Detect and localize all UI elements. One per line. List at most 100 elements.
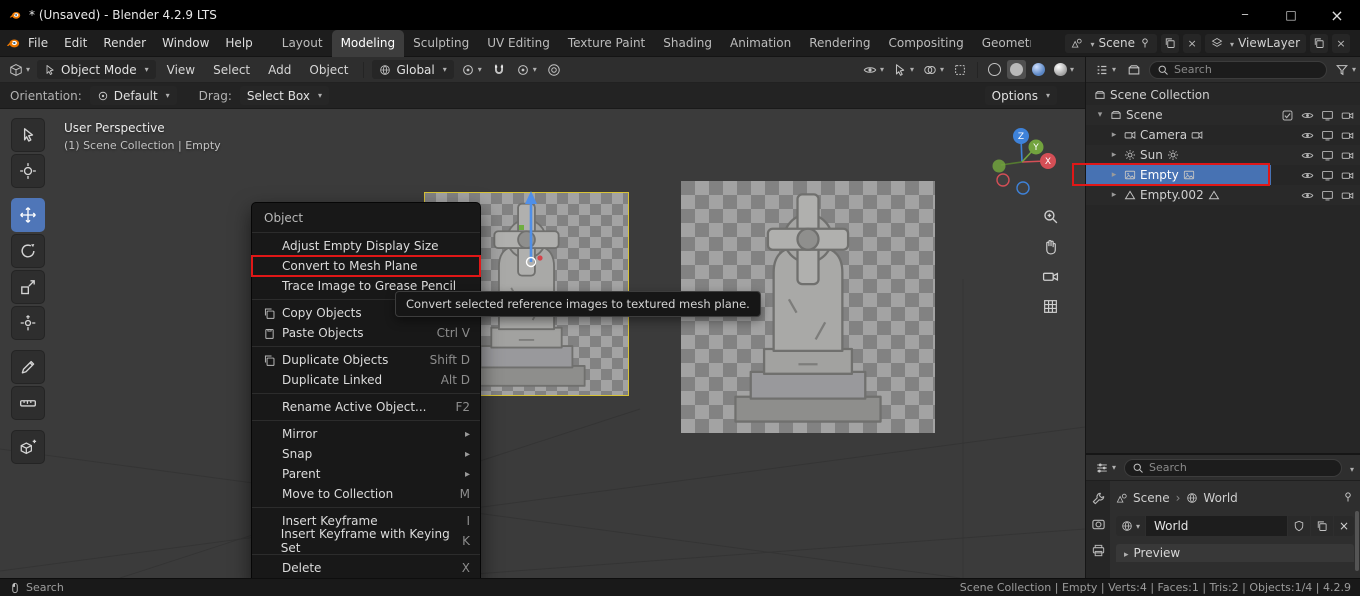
tool-scale[interactable] xyxy=(11,270,45,304)
preview-section-header[interactable]: Preview xyxy=(1116,544,1354,562)
menu-item-adjust-empty-display-size[interactable]: Adjust Empty Display Size xyxy=(252,236,480,256)
menu-item-parent[interactable]: Parent xyxy=(252,464,480,484)
minimize-button[interactable] xyxy=(1222,0,1268,30)
outliner-search-input[interactable] xyxy=(1174,63,1319,76)
tab-tool-icon[interactable] xyxy=(1091,491,1106,506)
menu-file[interactable]: File xyxy=(20,36,56,50)
render-visibility-icon[interactable] xyxy=(1341,149,1354,162)
scene-copy-button[interactable] xyxy=(1161,34,1179,53)
expand-icon[interactable] xyxy=(1108,130,1120,140)
tab-shading[interactable]: Shading xyxy=(654,30,721,57)
gizmos-dropdown-button[interactable] xyxy=(890,60,917,79)
maximize-button[interactable] xyxy=(1268,0,1314,30)
menu-view[interactable]: View xyxy=(160,63,202,77)
render-visibility-icon[interactable] xyxy=(1341,169,1354,182)
outliner-display-mode-button[interactable] xyxy=(1124,60,1144,79)
snapping-dropdown-button[interactable] xyxy=(513,60,540,79)
tab-layout[interactable]: Layout xyxy=(273,30,332,57)
menu-render[interactable]: Render xyxy=(95,36,154,50)
viewport-visibility-icon[interactable] xyxy=(1321,169,1334,182)
shading-solid-button[interactable] xyxy=(1007,60,1026,79)
menu-help[interactable]: Help xyxy=(217,36,260,50)
menu-item-snap[interactable]: Snap xyxy=(252,444,480,464)
orientation-dropdown[interactable]: Default xyxy=(90,86,177,105)
tab-rendering[interactable]: Rendering xyxy=(800,30,879,57)
properties-search-input[interactable] xyxy=(1149,461,1334,474)
camera-view-control[interactable] xyxy=(1038,264,1062,288)
menu-item-delete[interactable]: Delete X xyxy=(252,558,480,578)
xray-toggle-button[interactable] xyxy=(950,60,970,79)
zoom-control[interactable] xyxy=(1038,204,1062,228)
tab-uv-editing[interactable]: UV Editing xyxy=(478,30,559,57)
tab-animation[interactable]: Animation xyxy=(721,30,800,57)
shading-wireframe-button[interactable] xyxy=(985,60,1004,79)
expand-icon[interactable] xyxy=(1108,170,1120,180)
outliner-row-camera[interactable]: Camera xyxy=(1086,125,1360,145)
axis-neg-y-ball[interactable] xyxy=(993,160,1006,173)
viewlayer-selector[interactable]: ViewLayer xyxy=(1205,34,1306,53)
unlink-world-button[interactable]: × xyxy=(1334,516,1354,536)
tab-geometry-nodes[interactable]: Geometry Nod xyxy=(973,30,1031,57)
pivot-point-button[interactable] xyxy=(458,60,485,79)
hide-eye-icon[interactable] xyxy=(1301,109,1314,122)
tab-output-icon[interactable] xyxy=(1091,543,1106,558)
3d-viewport[interactable]: User Perspective (1) Scene Collection | … xyxy=(0,109,1085,578)
outliner-editor-type-button[interactable] xyxy=(1092,60,1119,79)
mode-selector[interactable]: Object Mode xyxy=(37,60,156,79)
viewport-visibility-icon[interactable] xyxy=(1321,129,1334,142)
checkbox-icon[interactable] xyxy=(1281,109,1294,122)
outliner-row-scene-collection[interactable]: Scene Collection xyxy=(1086,85,1360,105)
hide-eye-icon[interactable] xyxy=(1301,189,1314,202)
render-visibility-icon[interactable] xyxy=(1341,129,1354,142)
viewport-visibility-icon[interactable] xyxy=(1321,149,1334,162)
navigation-gizmo[interactable]: Z X Y xyxy=(985,125,1059,199)
close-button[interactable] xyxy=(1314,0,1360,30)
menu-item-mirror[interactable]: Mirror xyxy=(252,424,480,444)
outliner-row-empty[interactable]: Empty xyxy=(1086,165,1360,185)
blender-menu-icon[interactable] xyxy=(6,36,20,50)
tool-select-box[interactable] xyxy=(11,118,45,152)
properties-editor-type-button[interactable] xyxy=(1092,458,1119,477)
properties-options-dropdown-icon[interactable] xyxy=(1347,461,1354,475)
breadcrumb-scene[interactable]: Scene xyxy=(1133,491,1170,505)
viewlayer-copy-button[interactable] xyxy=(1310,34,1328,53)
tool-rotate[interactable] xyxy=(11,234,45,268)
drag-dropdown[interactable]: Select Box xyxy=(240,86,329,105)
scene-selector[interactable]: Scene xyxy=(1065,34,1157,53)
menu-item-paste-objects[interactable]: Paste Objects Ctrl V xyxy=(252,323,480,343)
outliner-row-scene[interactable]: Scene xyxy=(1086,105,1360,125)
menu-item-move-to-collection[interactable]: Move to Collection M xyxy=(252,484,480,504)
fake-user-shield-button[interactable] xyxy=(1288,516,1310,536)
visibility-dropdown-button[interactable] xyxy=(860,60,887,79)
tab-compositing[interactable]: Compositing xyxy=(879,30,972,57)
menu-select[interactable]: Select xyxy=(206,63,257,77)
pan-control[interactable] xyxy=(1038,234,1062,258)
new-copy-button[interactable] xyxy=(1311,516,1333,536)
tab-render-icon[interactable] xyxy=(1091,517,1106,532)
tool-cursor[interactable] xyxy=(11,154,45,188)
outliner-filter-button[interactable] xyxy=(1332,60,1359,79)
expand-icon[interactable] xyxy=(1108,150,1120,160)
expand-icon[interactable] xyxy=(1108,190,1120,200)
outliner-row-sun[interactable]: Sun xyxy=(1086,145,1360,165)
snap-toggle-button[interactable] xyxy=(489,60,509,79)
toggle-perspective-control[interactable] xyxy=(1038,294,1062,318)
menu-item-insert-keyframe-with-keying-set[interactable]: Insert Keyframe with Keying Set K xyxy=(252,531,480,551)
render-visibility-icon[interactable] xyxy=(1341,189,1354,202)
tool-add-cube[interactable] xyxy=(11,430,45,464)
axis-neg-z-ball[interactable] xyxy=(1017,182,1029,194)
viewlayer-remove-button[interactable]: × xyxy=(1332,34,1350,53)
scene-unlink-button[interactable]: × xyxy=(1183,34,1201,53)
breadcrumb-world[interactable]: World xyxy=(1203,491,1237,505)
viewport-visibility-icon[interactable] xyxy=(1321,109,1334,122)
world-browse-button[interactable] xyxy=(1116,516,1145,536)
pin-id-icon[interactable] xyxy=(1342,491,1354,506)
menu-object[interactable]: Object xyxy=(302,63,355,77)
transform-orientation-selector[interactable]: Global xyxy=(372,60,453,79)
move-gizmo[interactable] xyxy=(513,187,575,279)
tool-move[interactable] xyxy=(11,198,45,232)
expand-icon[interactable] xyxy=(1094,110,1106,120)
overlays-dropdown-button[interactable] xyxy=(920,60,947,79)
hide-eye-icon[interactable] xyxy=(1301,169,1314,182)
shading-material-button[interactable] xyxy=(1029,60,1048,79)
